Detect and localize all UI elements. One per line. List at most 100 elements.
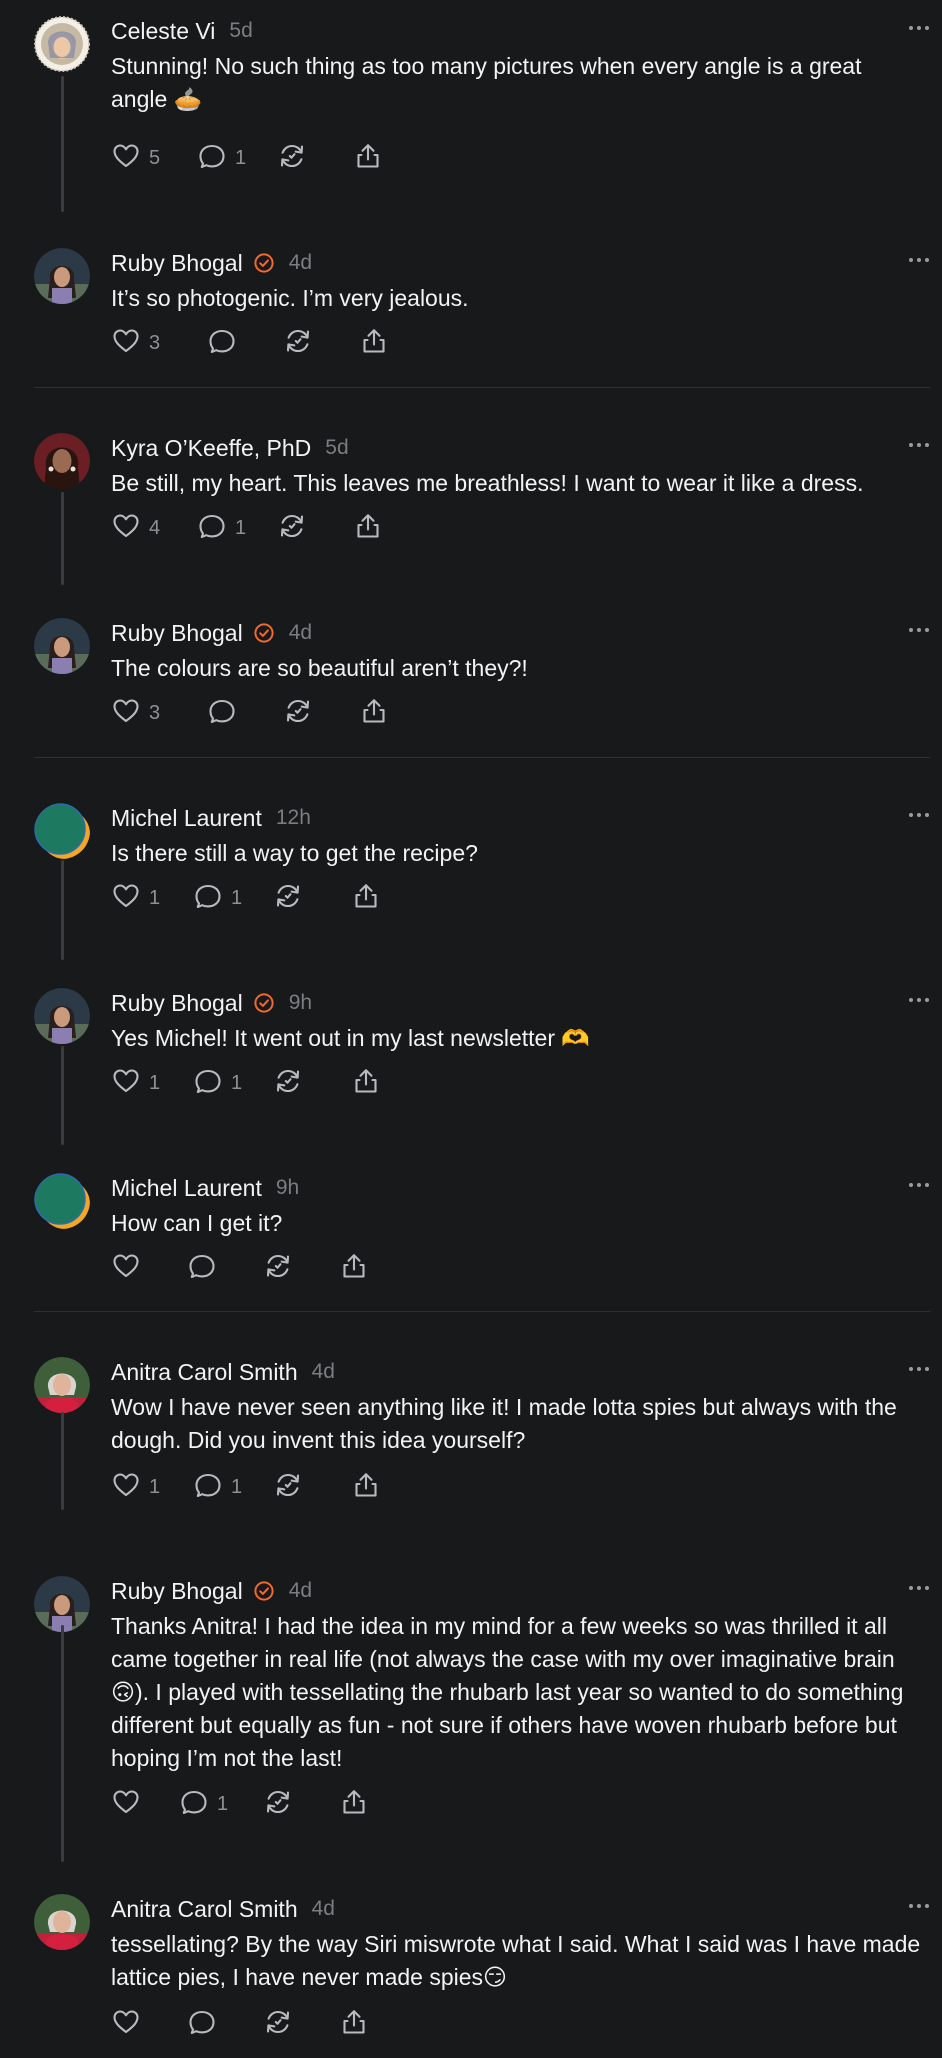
author-name[interactable]: Ruby Bhogal (111, 1578, 243, 1605)
verified-icon (253, 622, 275, 644)
like-button[interactable]: 4 (111, 513, 160, 543)
post-timestamp[interactable]: 9h (276, 1176, 299, 1200)
reply-button[interactable]: 1 (197, 143, 246, 173)
avatar[interactable] (34, 1357, 90, 1413)
post-timestamp[interactable]: 12h (276, 806, 311, 830)
post-text: Be still, my heart. This leaves me breat… (111, 470, 864, 496)
reply-button[interactable] (187, 1253, 217, 1283)
share-button[interactable] (353, 513, 383, 543)
more-icon[interactable] (908, 250, 930, 270)
post-timestamp[interactable]: 4d (289, 621, 312, 645)
share-icon (353, 511, 383, 546)
more-icon[interactable] (908, 1896, 930, 1916)
share-button[interactable] (339, 1789, 369, 1819)
share-button[interactable] (351, 1068, 381, 1098)
author-name[interactable]: Michel Laurent (111, 1175, 262, 1202)
post-timestamp[interactable]: 4d (289, 1579, 312, 1603)
post-timestamp[interactable]: 4d (312, 1897, 335, 1921)
repost-button[interactable] (277, 143, 307, 173)
repost-button[interactable] (273, 1472, 303, 1502)
avatar[interactable] (34, 248, 90, 304)
share-button[interactable] (351, 883, 381, 913)
thread-divider (34, 757, 930, 758)
repost-button[interactable] (277, 513, 307, 543)
more-icon[interactable] (908, 1578, 930, 1598)
share-button[interactable] (359, 698, 389, 728)
reply-button[interactable] (207, 328, 237, 358)
post-timestamp[interactable]: 9h (289, 991, 312, 1015)
post-timestamp[interactable]: 4d (289, 251, 312, 275)
post-timestamp[interactable]: 5d (229, 19, 252, 43)
like-button[interactable] (111, 1253, 141, 1283)
repost-button[interactable] (283, 698, 313, 728)
author-name[interactable]: Kyra O’Keeffe, PhD (111, 435, 311, 462)
share-button[interactable] (339, 2009, 369, 2039)
thread-connector-line (61, 492, 64, 585)
author-name[interactable]: Celeste Vi (111, 18, 215, 45)
repost-button[interactable] (263, 1789, 293, 1819)
post-header: Michel Laurent 12h (111, 803, 311, 833)
avatar[interactable] (34, 803, 90, 859)
comment-icon (187, 1251, 217, 1286)
heart-icon (111, 1787, 141, 1822)
more-icon[interactable] (908, 435, 930, 455)
share-button[interactable] (359, 328, 389, 358)
reply-button[interactable]: 1 (193, 883, 242, 913)
reply-button[interactable] (187, 2009, 217, 2039)
post-timestamp[interactable]: 5d (325, 436, 348, 460)
more-icon[interactable] (908, 18, 930, 38)
more-icon[interactable] (908, 805, 930, 825)
avatar[interactable] (34, 433, 90, 489)
avatar[interactable] (34, 988, 90, 1044)
reply-count: 1 (231, 886, 243, 909)
repost-icon (263, 1787, 293, 1822)
share-icon (339, 2007, 369, 2042)
post-text: It’s so photogenic. I’m very jealous. (111, 285, 469, 311)
reply-button[interactable] (207, 698, 237, 728)
avatar[interactable] (34, 1894, 90, 1950)
author-name[interactable]: Anitra Carol Smith (111, 1359, 298, 1386)
author-name[interactable]: Michel Laurent (111, 805, 262, 832)
post-text: The colours are so beautiful aren’t they… (111, 655, 528, 681)
repost-icon (263, 1251, 293, 1286)
like-button[interactable]: 1 (111, 883, 160, 913)
comment-icon (193, 1066, 223, 1101)
share-button[interactable] (351, 1472, 381, 1502)
repost-button[interactable] (263, 1253, 293, 1283)
thread-connector-line (61, 860, 64, 960)
reply-button[interactable]: 1 (179, 1789, 228, 1819)
repost-button[interactable] (273, 1068, 303, 1098)
more-icon[interactable] (908, 1359, 930, 1379)
avatar[interactable] (34, 618, 90, 674)
share-icon (353, 141, 383, 176)
post-timestamp[interactable]: 4d (312, 1360, 335, 1384)
avatar[interactable] (34, 16, 90, 72)
author-name[interactable]: Anitra Carol Smith (111, 1896, 298, 1923)
repost-button[interactable] (283, 328, 313, 358)
more-icon[interactable] (908, 620, 930, 640)
more-icon[interactable] (908, 1175, 930, 1195)
avatar[interactable] (34, 1173, 90, 1229)
author-name[interactable]: Ruby Bhogal (111, 250, 243, 277)
like-button[interactable]: 3 (111, 698, 160, 728)
share-button[interactable] (339, 1253, 369, 1283)
thread-divider (34, 387, 930, 388)
like-button[interactable]: 1 (111, 1472, 160, 1502)
reply-button[interactable]: 1 (193, 1472, 242, 1502)
reply-button[interactable]: 1 (193, 1068, 242, 1098)
like-button[interactable]: 3 (111, 328, 160, 358)
author-name[interactable]: Ruby Bhogal (111, 620, 243, 647)
more-icon[interactable] (908, 990, 930, 1010)
like-button[interactable] (111, 1789, 141, 1819)
like-button[interactable]: 1 (111, 1068, 160, 1098)
avatar[interactable] (34, 1576, 90, 1632)
reply-button[interactable]: 1 (197, 513, 246, 543)
like-count: 1 (149, 1071, 161, 1094)
repost-button[interactable] (273, 883, 303, 913)
like-button[interactable]: 5 (111, 143, 160, 173)
like-button[interactable] (111, 2009, 141, 2039)
share-button[interactable] (353, 143, 383, 173)
author-name[interactable]: Ruby Bhogal (111, 990, 243, 1017)
repost-button[interactable] (263, 2009, 293, 2039)
post-header: Ruby Bhogal 4d (111, 248, 312, 278)
